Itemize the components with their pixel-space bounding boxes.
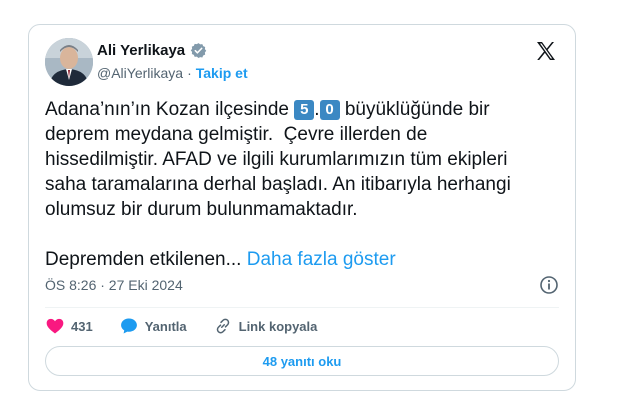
author-name[interactable]: Ali Yerlikaya	[97, 42, 185, 59]
reply-button[interactable]: Yanıtla	[119, 316, 187, 336]
reply-bubble-icon	[120, 318, 137, 334]
tweet-line-1-start: Adana’nın’ın Kozan ilçesinde	[45, 99, 295, 120]
tweet-line-2: deprem meydana gelmiştir. Çevre illerden…	[45, 124, 428, 145]
link-icon	[216, 318, 229, 334]
divider	[45, 307, 559, 308]
truncated-text: Depremden etkilenen...	[45, 249, 242, 270]
tweet-card: Ali Yerlikaya @AliYerlikaya · Takip et A…	[28, 24, 576, 391]
verified-badge-icon	[190, 42, 207, 59]
heart-icon	[46, 318, 64, 334]
copy-link-button[interactable]: Link kopyala	[213, 316, 318, 336]
tweet-line-3: hissedilmiştir. AFAD ve ilgili kurumları…	[45, 149, 508, 170]
reply-label: Yanıtla	[144, 318, 187, 334]
author-handle-row: @AliYerlikaya · Takip et	[97, 65, 248, 81]
tweet-line-1-end: büyüklüğünde bir	[339, 99, 490, 120]
author-handle[interactable]: @AliYerlikaya	[97, 65, 183, 81]
copy-link-label: Link kopyala	[238, 318, 318, 334]
tweet-line-5: olumsuz bir durum bulunmamaktadır.	[45, 199, 358, 220]
tweet-line-4: saha taramalarına derhal başladı. An iti…	[45, 174, 511, 195]
keycap-digit-zero: 0	[319, 100, 340, 120]
follow-button[interactable]: Takip et	[196, 65, 248, 81]
keycap-dot: .	[314, 99, 320, 120]
author-name-row: Ali Yerlikaya	[97, 42, 207, 59]
x-logo-icon[interactable]	[534, 39, 558, 63]
show-more-link[interactable]: Daha fazla göster	[247, 249, 396, 270]
tweet-text: Adana’nın’ın Kozan ilçesinde 5.0 büyüklü…	[45, 97, 550, 272]
like-count: 431	[71, 318, 93, 334]
avatar[interactable]	[45, 38, 93, 86]
read-replies-button[interactable]: 48 yanıtı oku	[45, 346, 559, 376]
tweet-line-1: Adana’nın’ın Kozan ilçesinde 5.0 büyüklü…	[45, 97, 550, 122]
action-bar: 431 Yanıtla Link kopyala	[45, 314, 343, 338]
timestamp[interactable]: ÖS 8:26 · 27 Eki 2024	[45, 277, 183, 293]
tweet-line-6: Depremden etkilenen... Daha fazla göster	[45, 247, 550, 272]
like-button[interactable]: 431	[45, 316, 93, 336]
keycap-digit-five: 5	[294, 100, 315, 120]
handle-separator: ·	[187, 65, 192, 81]
info-icon[interactable]	[539, 275, 559, 295]
